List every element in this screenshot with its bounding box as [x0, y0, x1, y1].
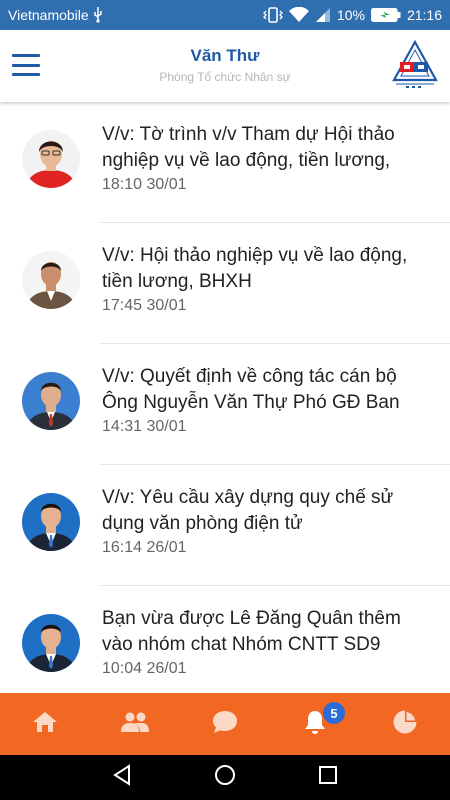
home-button[interactable] — [205, 758, 245, 798]
bottom-tab-bar: 5 — [0, 693, 450, 755]
vibrate-icon — [263, 7, 283, 23]
message-time: 16:14 26/01 — [102, 539, 187, 556]
app-header: Văn Thư Phòng Tổ chức Nhân sự — [0, 30, 450, 102]
page-title: Văn Thư — [190, 46, 260, 65]
battery-icon — [371, 8, 401, 22]
list-item[interactable]: V/v: Yêu cầu xây dựng quy chế sử dụng vă… — [0, 465, 450, 586]
home-circle-icon — [214, 764, 236, 791]
tab-home[interactable] — [0, 693, 90, 755]
clock: 21:16 — [406, 7, 442, 23]
tab-reports[interactable] — [360, 693, 450, 755]
message-title: V/v: Yêu cầu xây dựng quy chế sử dụng vă… — [102, 487, 394, 534]
carrier-info: Vietnamobile — [8, 7, 103, 23]
tab-contacts[interactable] — [90, 693, 180, 755]
message-time: 18:10 30/01 — [102, 176, 187, 193]
usb-icon — [93, 7, 103, 23]
message-time: 10:04 26/01 — [102, 660, 187, 677]
message-time: 14:31 30/01 — [102, 418, 187, 435]
carrier-name: Vietnamobile — [8, 7, 89, 23]
status-bar: Vietnamobile 10% 21:16 — [0, 0, 450, 30]
message-time: 17:45 30/01 — [102, 297, 187, 314]
message-title: Bạn vừa được Lê Đăng Quân thêm vào nhóm … — [102, 608, 401, 655]
status-icons: 10% 21:16 — [263, 7, 442, 23]
chat-icon — [211, 709, 239, 740]
recents-button[interactable] — [308, 758, 348, 798]
system-nav-bar — [0, 755, 450, 800]
tab-chat[interactable] — [180, 693, 270, 755]
company-logo — [392, 39, 438, 90]
avatar — [22, 493, 80, 551]
message-title: V/v: Quyết định về công tác cán bộ Ông N… — [102, 366, 400, 413]
signal-icon — [315, 7, 331, 23]
battery-percent: 10% — [336, 7, 365, 23]
page-subtitle: Phòng Tổ chức Nhân sự — [159, 70, 291, 84]
message-title: V/v: Hội thảo nghiệp vụ về lao động, tiề… — [102, 245, 408, 292]
list-item[interactable]: V/v: Quyết định về công tác cán bộ Ông N… — [0, 344, 450, 465]
tab-notifications[interactable]: 5 — [270, 693, 360, 755]
message-title: V/v: Tờ trình v/v Tham dự Hội thảo nghiệ… — [102, 124, 395, 171]
avatar — [22, 251, 80, 309]
list-item[interactable]: V/v: Tờ trình v/v Tham dự Hội thảo nghiệ… — [0, 102, 450, 223]
pie-chart-icon — [392, 709, 418, 740]
avatar — [22, 130, 80, 188]
list-item[interactable]: Bạn vừa được Lê Đăng Quân thêm vào nhóm … — [0, 586, 450, 693]
home-icon — [32, 710, 58, 739]
avatar — [22, 372, 80, 430]
back-triangle-icon — [112, 764, 132, 791]
recents-square-icon — [318, 765, 338, 790]
wifi-icon — [288, 7, 309, 23]
contacts-icon — [120, 711, 150, 738]
avatar — [22, 614, 80, 672]
back-button[interactable] — [102, 758, 142, 798]
message-list[interactable]: V/v: Tờ trình v/v Tham dự Hội thảo nghiệ… — [0, 102, 450, 693]
list-item[interactable]: V/v: Hội thảo nghiệp vụ về lao động, tiề… — [0, 223, 450, 344]
notification-badge: 5 — [323, 702, 345, 724]
